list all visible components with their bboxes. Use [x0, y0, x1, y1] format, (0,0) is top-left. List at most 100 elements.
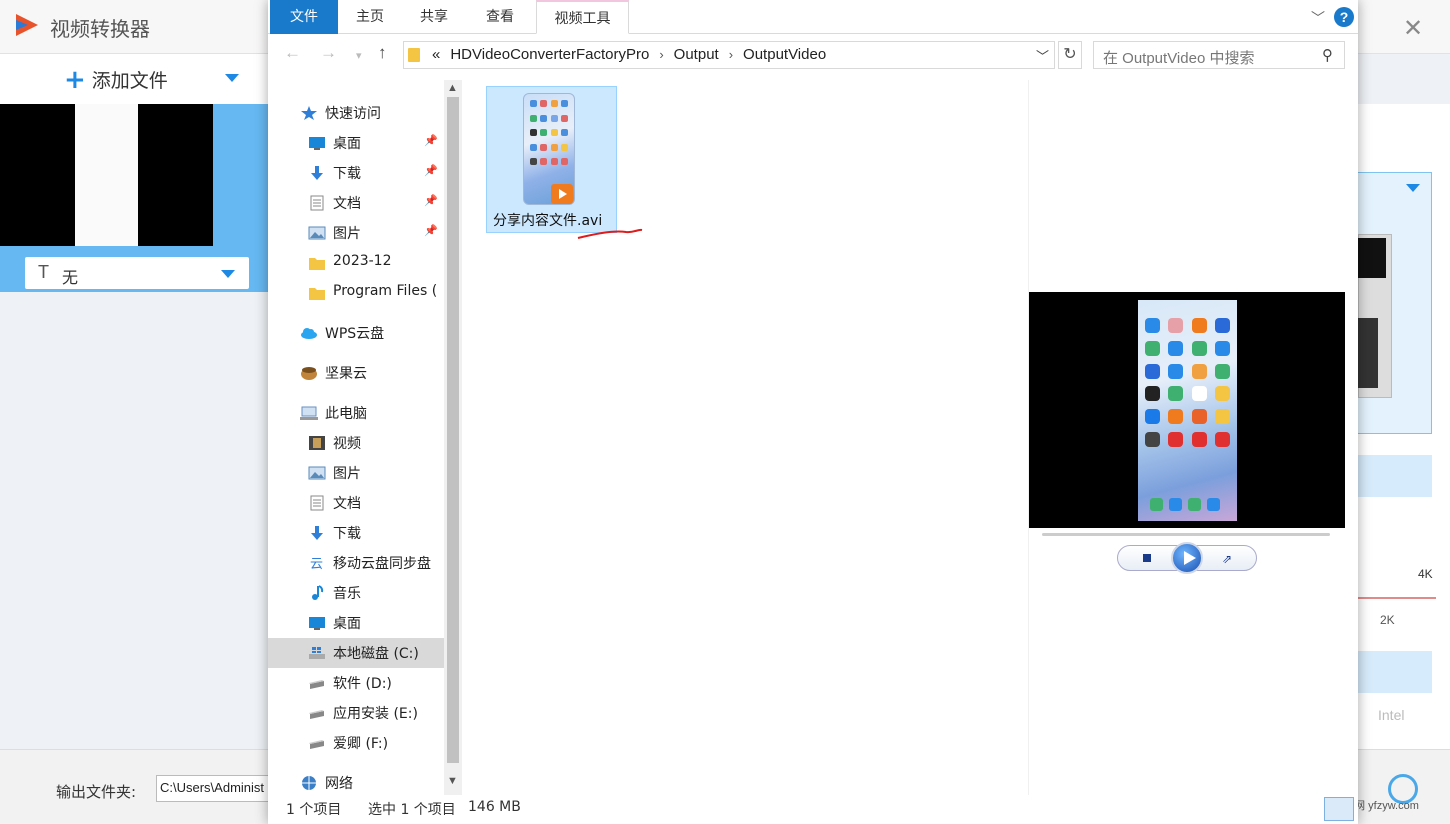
star-icon	[300, 105, 318, 121]
sidebar-item[interactable]: 下载	[268, 518, 444, 548]
sidebar-item-label: 爱卿 (F:)	[333, 736, 389, 752]
sidebar-item-label: 下载	[333, 526, 361, 542]
output-folder-label: 输出文件夹:	[56, 783, 137, 801]
help-icon[interactable]: ?	[1334, 7, 1354, 27]
up-arrow-icon[interactable]: ↑	[378, 43, 387, 63]
expand-ribbon-icon[interactable]: ﹀	[1311, 8, 1325, 28]
refresh-icon[interactable]: ↻	[1058, 41, 1082, 69]
add-file-button[interactable]: + 添加文件	[64, 66, 168, 93]
tab-view[interactable]: 查看	[466, 0, 534, 34]
status-item-count: 1 个项目	[286, 802, 342, 818]
sidebar-item-label: 图片	[333, 226, 361, 242]
sidebar-item[interactable]: 坚果云	[268, 358, 444, 388]
sidebar-item-label: Program Files (	[333, 283, 438, 299]
sidebar-item[interactable]: 文档 📌	[268, 188, 444, 218]
pin-icon[interactable]: 📌	[424, 224, 438, 237]
play-icon[interactable]	[1171, 542, 1203, 574]
sidebar-item[interactable]: 视频	[268, 428, 444, 458]
breadcrumb-separator-icon[interactable]: ›	[659, 47, 663, 62]
panel-button-1[interactable]	[1358, 455, 1432, 497]
sidebar-item-label: 视频	[333, 436, 361, 452]
search-placeholder: 在 OutputVideo 中搜索	[1103, 50, 1255, 67]
sidebar-item[interactable]: 图片 📌	[268, 218, 444, 248]
sidebar-item[interactable]: 网络	[268, 768, 444, 798]
sidebar-item[interactable]: 快速访问	[268, 98, 444, 128]
tab-share[interactable]: 共享	[402, 0, 466, 34]
expand-icon[interactable]: ⇗	[1222, 552, 1232, 566]
sidebar-item-label: 本地磁盘 (C:)	[333, 646, 419, 662]
sidebar-item[interactable]: 音乐	[268, 578, 444, 608]
desktop-icon	[308, 615, 326, 631]
tab-home[interactable]: 主页	[338, 0, 402, 34]
scroll-up-icon[interactable]: ▲	[447, 82, 458, 94]
breadcrumb-item[interactable]: HDVideoConverterFactoryPro	[450, 46, 649, 63]
document-icon	[308, 495, 326, 511]
text-icon: T	[38, 262, 49, 282]
status-selected-size: 146 MB	[468, 799, 521, 815]
details-view-toggle-icon[interactable]	[1324, 797, 1354, 821]
picture-icon	[308, 465, 326, 481]
recent-locations-chevron-icon[interactable]: ▾	[356, 49, 362, 62]
sidebar-item[interactable]: 文档	[268, 488, 444, 518]
pin-icon[interactable]: 📌	[424, 134, 438, 147]
navigation-bar: ← → ▾ ↑ « HDVideoConverterFactoryPro › O…	[268, 35, 1358, 75]
resolution-slider[interactable]	[1358, 597, 1436, 599]
breadcrumb-separator-icon[interactable]: ›	[729, 47, 733, 62]
sidebar-item-label: 此电脑	[325, 406, 367, 422]
drive-icon	[308, 675, 326, 691]
cloud-icon	[300, 325, 318, 341]
output-folder-input[interactable]: C:\Users\Administ	[156, 775, 276, 802]
tab-video-tools[interactable]: 视频工具	[536, 0, 629, 34]
preview-seek-bar[interactable]	[1042, 533, 1330, 536]
scroll-down-icon[interactable]: ▼	[447, 775, 458, 787]
sidebar-item[interactable]: 软件 (D:)	[268, 668, 444, 698]
stop-icon[interactable]	[1143, 554, 1151, 562]
search-input[interactable]: 在 OutputVideo 中搜索 ⚲	[1093, 41, 1345, 69]
sidebar-item[interactable]: Program Files (	[268, 278, 444, 308]
status-selected-count: 选中 1 个项目	[368, 802, 456, 818]
search-icon[interactable]: ⚲	[1322, 46, 1333, 64]
sidebar-item[interactable]: 应用安装 (E:)	[268, 698, 444, 728]
sidebar-item[interactable]: 本地磁盘 (C:)	[268, 638, 444, 668]
tab-file[interactable]: 文件	[270, 0, 338, 34]
address-dropdown-icon[interactable]: ﹀	[1036, 46, 1049, 65]
download-icon	[308, 525, 326, 541]
forward-arrow-icon[interactable]: →	[320, 43, 337, 63]
document-icon	[308, 195, 326, 211]
file-explorer-window: 文件 主页 共享 查看 视频工具 ﹀ ? ← → ▾ ↑ « HDVideoCo…	[268, 0, 1358, 824]
sidebar-item[interactable]: 桌面	[268, 608, 444, 638]
address-bar[interactable]: « HDVideoConverterFactoryPro › Output › …	[403, 41, 1055, 69]
add-file-dropdown-icon[interactable]	[225, 74, 239, 82]
breadcrumb-overflow[interactable]: «	[432, 46, 440, 63]
film-icon	[308, 435, 326, 451]
sidebar-item[interactable]: 爱卿 (F:)	[268, 728, 444, 758]
sidebar-item[interactable]: 图片	[268, 458, 444, 488]
breadcrumb-item[interactable]: OutputVideo	[743, 46, 826, 63]
sidebar-item-label: 2023-12	[333, 253, 392, 269]
breadcrumb-item[interactable]: Output	[674, 46, 719, 63]
sidebar-item[interactable]: 下载 📌	[268, 158, 444, 188]
subtitle-dropdown-icon[interactable]	[221, 270, 235, 278]
download-icon	[308, 165, 326, 181]
sidebar-item[interactable]: 此电脑	[268, 398, 444, 428]
converter-close-icon[interactable]: ✕	[1403, 14, 1423, 43]
preview-app-grid	[1145, 318, 1231, 448]
scrollbar-thumb[interactable]	[447, 97, 459, 763]
intel-option[interactable]: Intel	[1378, 707, 1404, 723]
panel-button-2[interactable]	[1358, 651, 1432, 693]
sidebar-item[interactable]: WPS云盘	[268, 318, 444, 348]
svg-text:云: 云	[310, 557, 323, 571]
format-dropdown-icon[interactable]	[1406, 184, 1420, 192]
sidebar-item-label: 音乐	[333, 586, 361, 602]
subtitle-select[interactable]	[25, 257, 249, 289]
back-arrow-icon[interactable]: ←	[284, 43, 301, 63]
drive-icon	[308, 705, 326, 721]
sidebar-item[interactable]: 云移动云盘同步盘	[268, 548, 444, 578]
pin-icon[interactable]: 📌	[424, 194, 438, 207]
sidebar-item-label: 图片	[333, 466, 361, 482]
sidebar-item-label: 软件 (D:)	[333, 676, 392, 692]
sidebar-item-label: 文档	[333, 196, 361, 212]
sidebar-item[interactable]: 2023-12	[268, 248, 444, 278]
pin-icon[interactable]: 📌	[424, 164, 438, 177]
sidebar-item[interactable]: 桌面 📌	[268, 128, 444, 158]
